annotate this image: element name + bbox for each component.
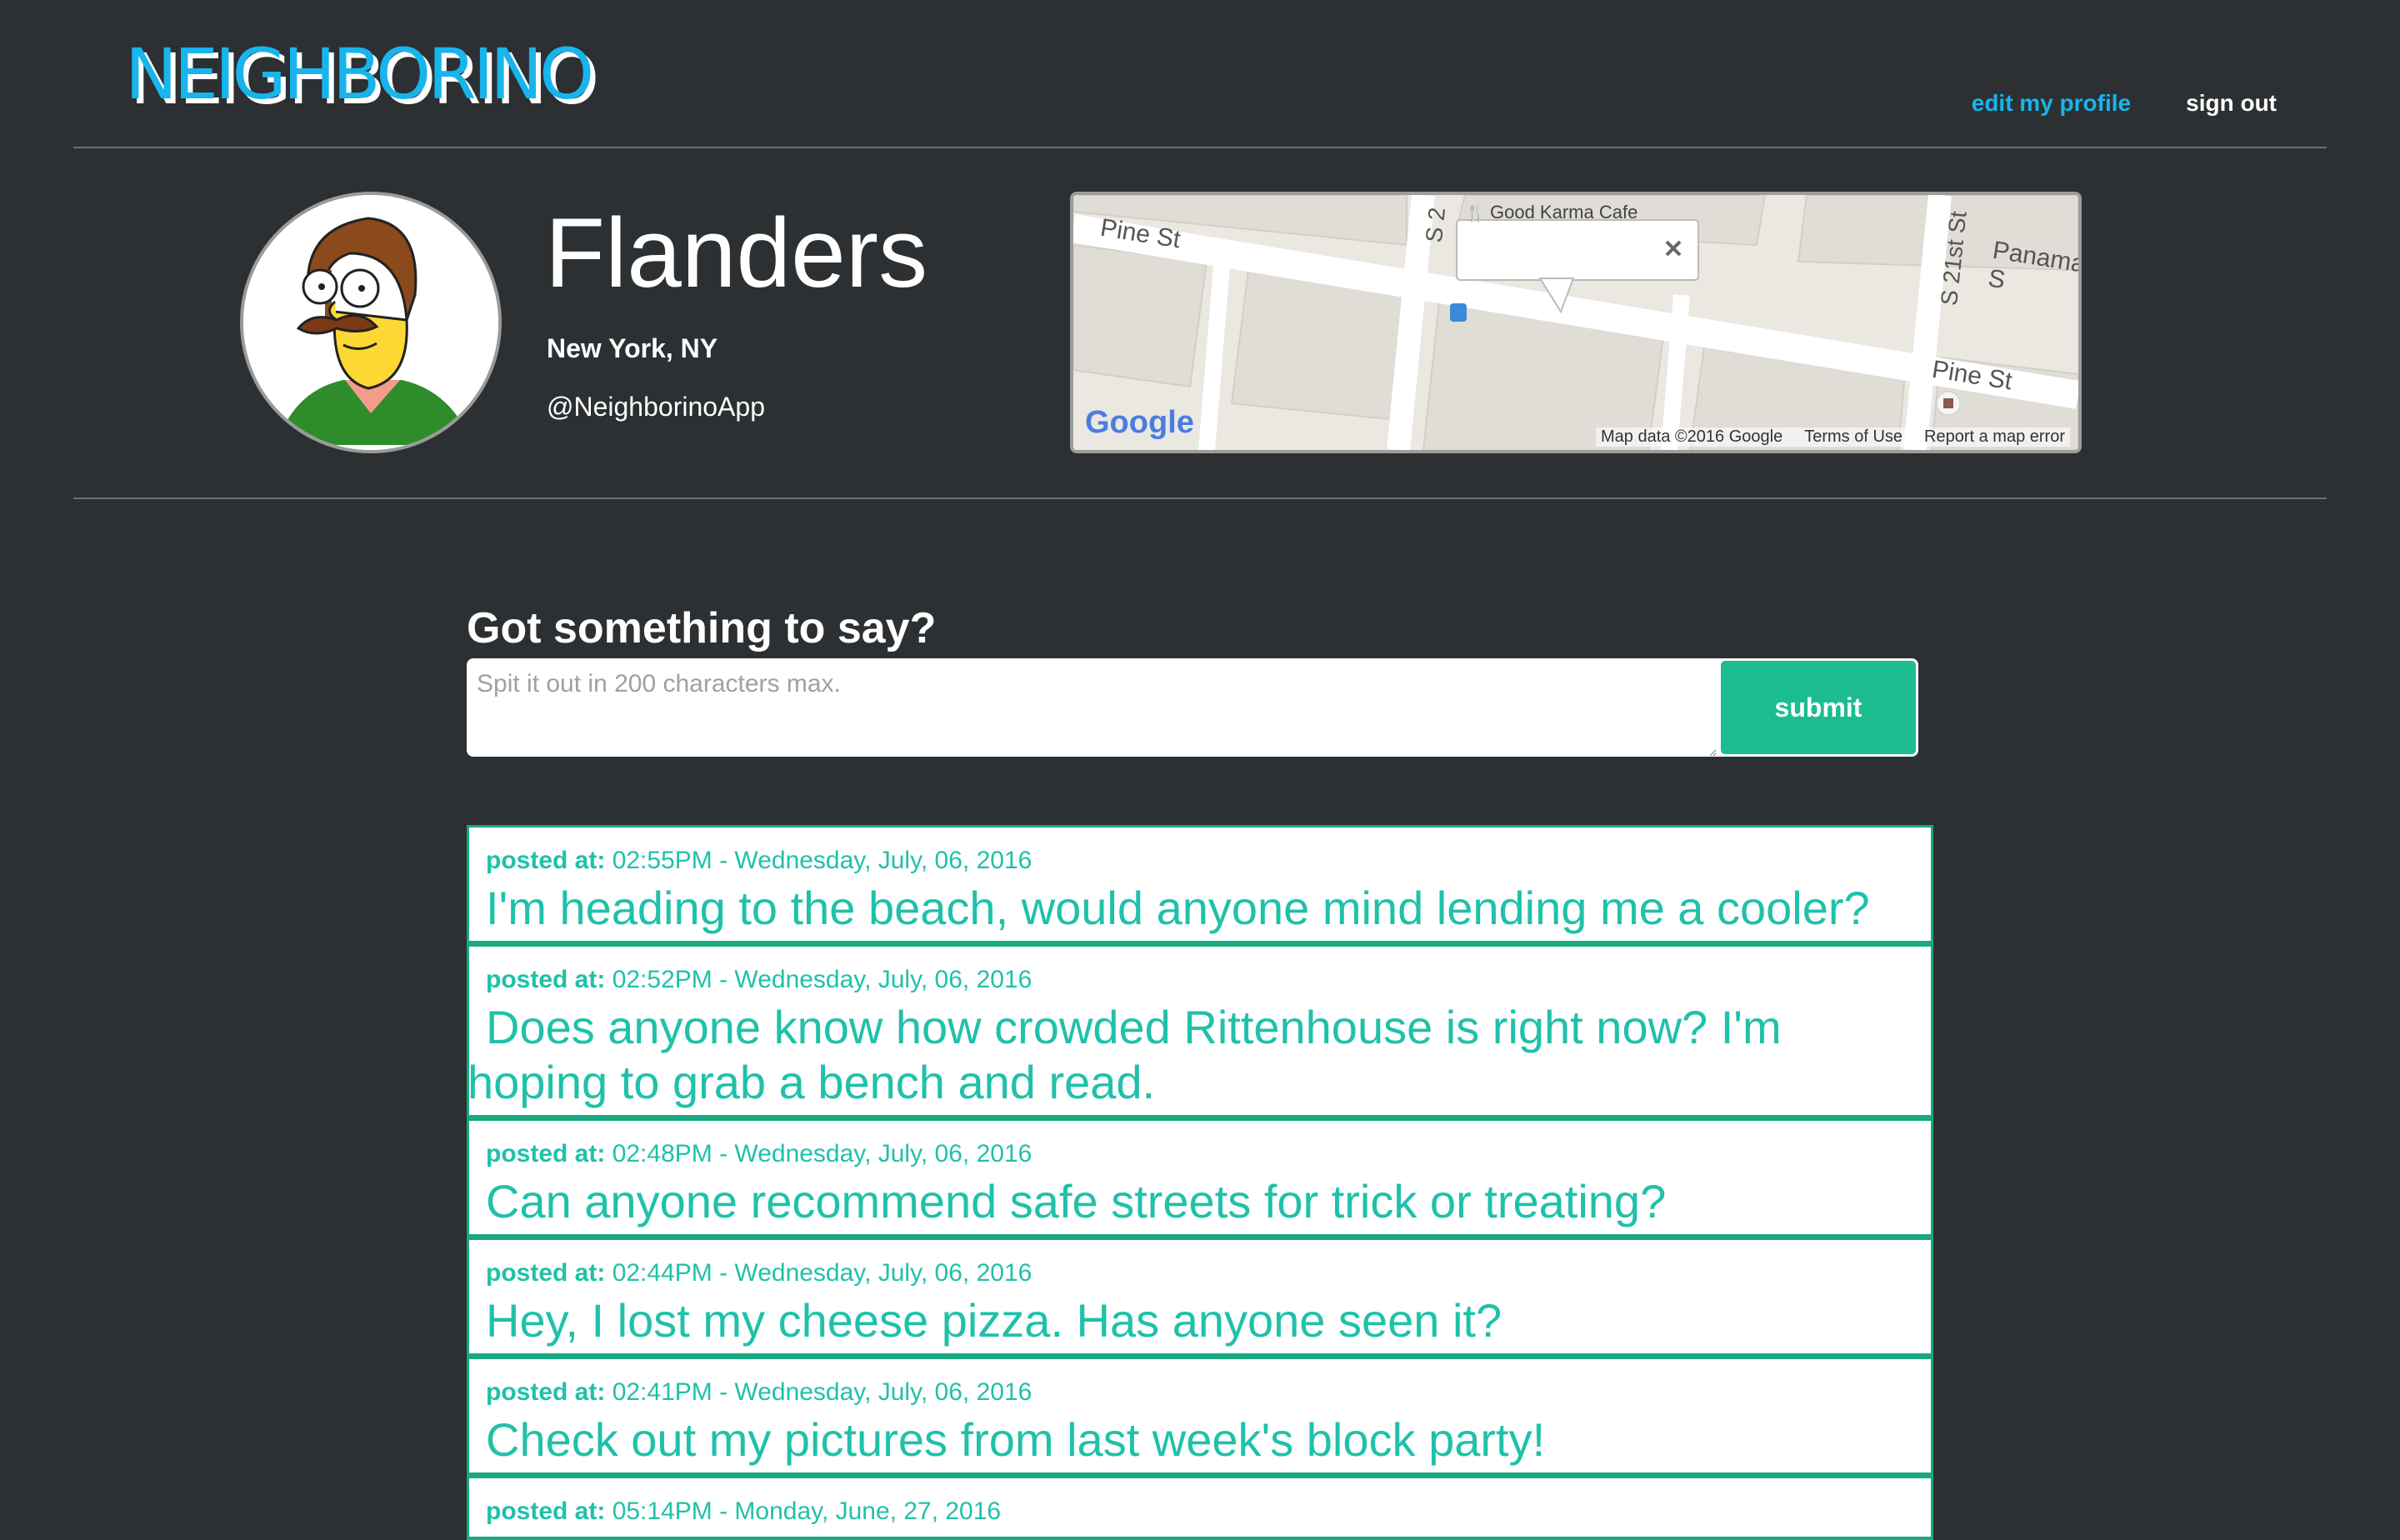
post-meta-label: posted at:: [486, 1378, 606, 1406]
post-item: posted at: 02:48PM - Wednesday, July, 06…: [467, 1118, 1933, 1238]
post-feed: posted at: 02:55PM - Wednesday, July, 06…: [467, 825, 1933, 1540]
profile-handle: @NeighborinoApp: [547, 392, 765, 422]
post-timestamp: 02:52PM - Wednesday, July, 06, 2016: [612, 966, 1032, 993]
post-item: posted at: 05:14PM - Monday, June, 27, 2…: [467, 1476, 1933, 1540]
post-text: I'm heading to the beach, would anyone m…: [486, 882, 1870, 934]
post-item: posted at: 02:41PM - Wednesday, July, 06…: [467, 1357, 1933, 1476]
post-text: Does anyone know how crowded Rittenhouse…: [468, 1001, 1782, 1108]
map-attribution: Map data ©2016 Google Terms of Use Repor…: [1595, 428, 2070, 447]
profile-divider: [73, 498, 2327, 499]
app-logo[interactable]: NEIGHBORINO: [125, 33, 594, 115]
map-data-text: Map data ©2016 Google: [1600, 428, 1783, 446]
post-timestamp: 02:55PM - Wednesday, July, 06, 2016: [612, 847, 1032, 874]
avatar: [240, 192, 502, 453]
composer-title: Got something to say?: [467, 604, 937, 652]
post-input[interactable]: [467, 658, 1717, 757]
post-text: Check out my pictures from last week's b…: [486, 1413, 1546, 1466]
edit-profile-link[interactable]: edit my profile: [1972, 90, 2131, 117]
post-meta: posted at: 02:52PM - Wednesday, July, 06…: [486, 965, 1914, 995]
post-meta: posted at: 02:55PM - Wednesday, July, 06…: [486, 846, 1914, 876]
post-timestamp: 02:48PM - Wednesday, July, 06, 2016: [612, 1140, 1032, 1168]
post-timestamp: 02:44PM - Wednesday, July, 06, 2016: [612, 1259, 1032, 1287]
post-meta: posted at: 05:14PM - Monday, June, 27, 2…: [486, 1497, 1914, 1527]
post-text: Can anyone recommend safe streets for tr…: [486, 1175, 1667, 1228]
post-meta: posted at: 02:41PM - Wednesday, July, 06…: [486, 1378, 1914, 1408]
submit-button[interactable]: submit: [1718, 658, 1918, 757]
post-item: posted at: 02:55PM - Wednesday, July, 06…: [467, 825, 1933, 944]
post-meta: posted at: 02:48PM - Wednesday, July, 06…: [486, 1139, 1914, 1169]
post-text: Hey, I lost my cheese pizza. Has anyone …: [486, 1294, 1502, 1347]
top-nav: edit my profile sign out: [1972, 90, 2277, 117]
profile-name: Flanders: [545, 198, 928, 308]
post-meta-label: posted at:: [486, 966, 606, 993]
post-timestamp: 05:14PM - Monday, June, 27, 2016: [612, 1498, 1002, 1525]
post-meta: posted at: 02:44PM - Wednesday, July, 06…: [486, 1258, 1914, 1288]
map-poi-label[interactable]: Good Karma Cafe: [1490, 202, 1638, 223]
post-timestamp: 02:41PM - Wednesday, July, 06, 2016: [612, 1378, 1032, 1406]
post-meta-label: posted at:: [486, 847, 606, 874]
post-item: posted at: 02:52PM - Wednesday, July, 06…: [467, 944, 1933, 1118]
post-meta-label: posted at:: [486, 1498, 606, 1525]
map-terms-link[interactable]: Terms of Use: [1804, 428, 1902, 447]
post-item: posted at: 02:44PM - Wednesday, July, 06…: [467, 1238, 1933, 1357]
post-meta-label: posted at:: [486, 1140, 606, 1168]
svg-text:🍴: 🍴: [1465, 202, 1486, 222]
post-meta-label: posted at:: [486, 1259, 606, 1287]
map-widget[interactable]: 🍴 Good Karma Cafe Pine St Pine St Panama…: [1070, 192, 2082, 453]
map-street-s2: S 2: [1420, 206, 1451, 244]
google-logo[interactable]: Google: [1085, 405, 1194, 441]
sign-out-link[interactable]: sign out: [2186, 90, 2277, 117]
avatar-image: [243, 195, 498, 450]
map-report-link[interactable]: Report a map error: [1924, 428, 2065, 447]
profile-location: New York, NY: [547, 333, 718, 363]
header-divider: [73, 147, 2327, 148]
composer-box: submit: [467, 658, 1918, 757]
